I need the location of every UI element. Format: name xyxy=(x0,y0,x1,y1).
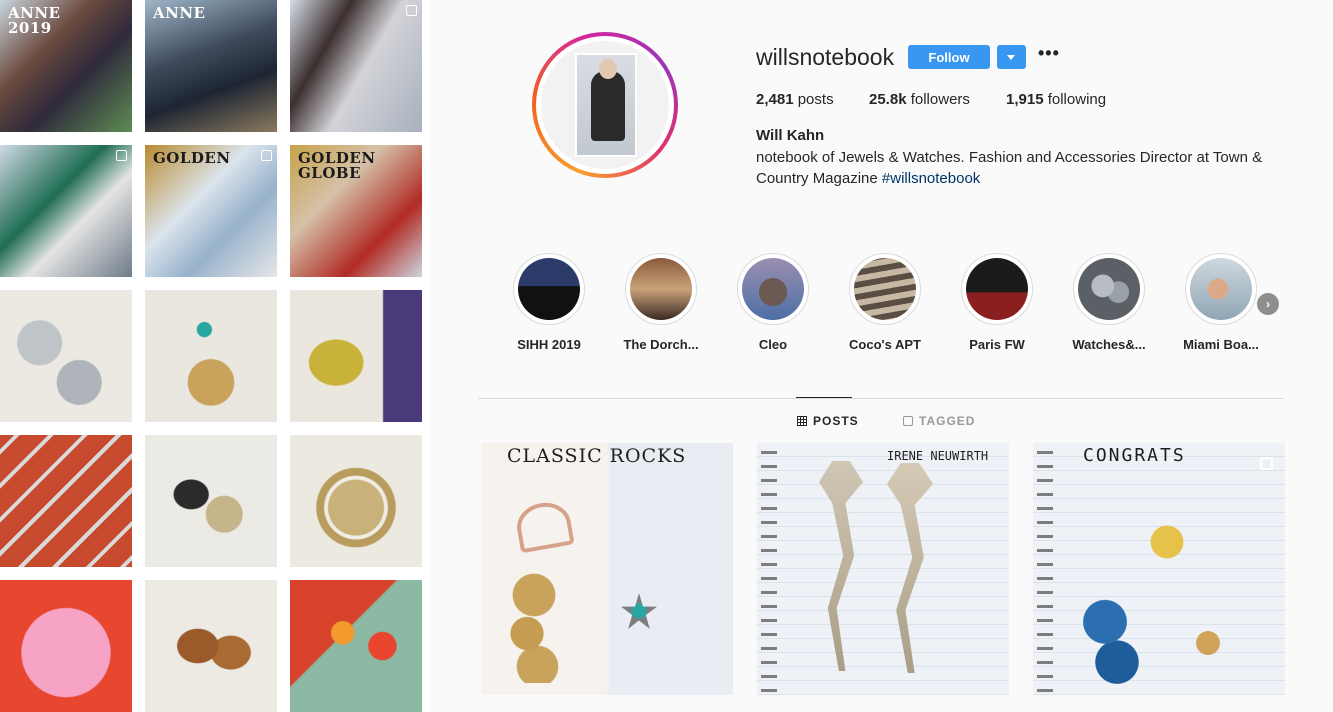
posts-count: 2,481 xyxy=(756,91,794,108)
photo-caption: GOLDEN xyxy=(153,149,231,167)
grid-photo-cotton-candy[interactable] xyxy=(0,580,132,712)
avatar-head xyxy=(599,59,617,79)
highlight-label: Cleo xyxy=(758,337,788,352)
grid-photo-cover-1[interactable]: ANNE 2019 xyxy=(0,0,132,132)
following-count: 1,915 xyxy=(1006,91,1044,108)
followers-label: followers xyxy=(910,91,970,108)
highlight-cover xyxy=(518,258,580,320)
tab-posts-label: POSTS xyxy=(813,414,859,428)
grid-photo-golden-globes-2[interactable]: GOLDEN GLOBE xyxy=(290,145,422,277)
active-tab-indicator xyxy=(796,397,852,398)
highlight-cover xyxy=(854,258,916,320)
highlight-label: The Dorch... xyxy=(623,337,699,352)
post-title: CONGRATS xyxy=(1083,445,1186,466)
followers-count: 25.8k xyxy=(869,91,907,108)
bio-text: notebook of Jewels & Watches. Fashion an… xyxy=(756,149,1263,187)
suggested-accounts-dropdown-button[interactable] xyxy=(997,45,1026,69)
tab-tagged-label: TAGGED xyxy=(919,414,976,428)
grid-photo-notebook-1[interactable] xyxy=(290,0,422,132)
post-image-background xyxy=(757,443,1009,695)
avatar-border xyxy=(536,36,674,174)
notebook-spiral xyxy=(761,443,777,695)
gold-hearts-illustration xyxy=(499,573,569,683)
grid-icon xyxy=(796,415,807,426)
multiple-photos-icon xyxy=(1260,457,1273,470)
grid-photo-chandelier-earrings[interactable] xyxy=(145,580,277,712)
post-title: CLASSIC ROCKS xyxy=(507,445,687,467)
photo-caption: GOLDEN GLOBE xyxy=(298,149,376,182)
highlight-label: Coco's APT xyxy=(849,337,921,352)
highlight-ring xyxy=(849,253,921,325)
followers-count-link[interactable]: 25.8k followers xyxy=(869,91,970,108)
highlight-cover xyxy=(966,258,1028,320)
bio-hashtag-link[interactable]: #willsnotebook xyxy=(882,170,980,187)
ellipsis-icon[interactable]: ••• xyxy=(1038,44,1059,68)
notebook-spiral xyxy=(1037,443,1053,695)
photo-caption: ANNE xyxy=(153,4,206,22)
tab-tagged[interactable]: TAGGED xyxy=(903,414,975,428)
tag-icon xyxy=(903,416,913,426)
photo-caption: ANNE 2019 xyxy=(8,4,61,37)
grid-photo-bangles[interactable] xyxy=(290,435,422,567)
highlight-ring xyxy=(1185,253,1257,325)
following-count-link[interactable]: 1,915 following xyxy=(1006,91,1106,108)
multiple-photos-icon xyxy=(116,150,127,161)
highlight-cover xyxy=(742,258,804,320)
grid-photo-hoops[interactable] xyxy=(0,290,132,422)
grid-photo-drop-earrings[interactable] xyxy=(145,435,277,567)
grid-photo-cover-2[interactable]: ANNE xyxy=(145,0,277,132)
caret-down-icon xyxy=(1007,55,1015,60)
left-photo-grid: ANNE 2019 ANNE GOLDEN GOLDEN GLOBE xyxy=(0,0,430,712)
post-title: IRENE NEUWIRTH xyxy=(887,449,989,463)
highlight-ring xyxy=(625,253,697,325)
profile-avatar-story-ring[interactable] xyxy=(532,32,678,178)
pendant-necklace-illustration xyxy=(1145,493,1189,563)
follow-button[interactable]: Follow xyxy=(908,45,990,69)
profile-full-name: Will Kahn xyxy=(756,127,825,144)
posts-label: posts xyxy=(797,91,834,108)
post-classic-rocks[interactable]: CLASSIC ROCKS xyxy=(481,443,733,695)
post-irene-neuwirth[interactable]: IRENE NEUWIRTH xyxy=(757,443,1009,695)
grid-photo-fruit-table[interactable] xyxy=(290,580,422,712)
highlight-ring xyxy=(737,253,809,325)
post-congrats[interactable]: CONGRATS xyxy=(1033,443,1285,695)
following-label: following xyxy=(1047,91,1107,108)
grid-photo-silverware[interactable] xyxy=(0,435,132,567)
avatar-figure xyxy=(591,71,625,141)
highlight-ring xyxy=(961,253,1033,325)
highlight-cover xyxy=(630,258,692,320)
profile-username: willsnotebook xyxy=(756,44,895,70)
tab-posts[interactable]: POSTS xyxy=(796,414,859,428)
grid-photo-turquoise-hoops[interactable] xyxy=(145,290,277,422)
avatar xyxy=(541,41,669,169)
highlight-cover xyxy=(1078,258,1140,320)
grid-photo-golden-globes-1[interactable]: GOLDEN xyxy=(145,145,277,277)
multiple-photos-icon xyxy=(406,5,417,16)
multiple-photos-icon xyxy=(261,150,272,161)
profile-bio: notebook of Jewels & Watches. Fashion an… xyxy=(756,147,1276,189)
highlight-label: Miami Boa... xyxy=(1183,337,1259,352)
gold-ring-illustration xyxy=(1183,613,1233,673)
highlight-cover xyxy=(1190,258,1252,320)
chevron-right-icon[interactable]: › xyxy=(1257,293,1279,315)
tabs-divider xyxy=(478,398,1284,399)
posts-count-stat: 2,481 posts xyxy=(756,91,834,108)
highlight-label: Watches&... xyxy=(1072,337,1146,352)
grid-photo-ginkgo-earring[interactable] xyxy=(290,290,422,422)
post-image-background xyxy=(1033,443,1285,695)
highlight-ring xyxy=(1073,253,1145,325)
grid-photo-notebook-2[interactable] xyxy=(0,145,132,277)
highlight-ring xyxy=(513,253,585,325)
blue-earrings-illustration xyxy=(1073,593,1153,689)
highlight-label: SIHH 2019 xyxy=(517,337,581,352)
highlight-label: Paris FW xyxy=(969,337,1025,352)
